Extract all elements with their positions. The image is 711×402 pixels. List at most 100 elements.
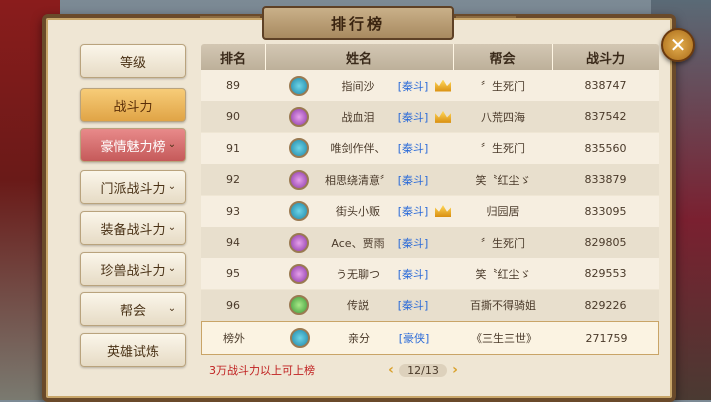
crown-icon-cell xyxy=(433,196,453,227)
player-name: 亲分 xyxy=(348,332,370,346)
rank-cell: 91 xyxy=(226,141,240,155)
rank-cell: 89 xyxy=(226,79,240,92)
chevron-down-icon: ⌄ xyxy=(167,221,177,233)
guild-name: 八荒四海 xyxy=(481,110,525,124)
table-row[interactable]: 96 传説 [秦斗] 百撕不得骑姐 829226 xyxy=(201,289,659,321)
sect-emblem-icon xyxy=(289,263,309,284)
guild-name: 归园居 xyxy=(486,205,520,219)
chevron-down-icon: ⌄ xyxy=(167,262,177,274)
combat-power: 829553 xyxy=(584,267,627,281)
server-tag: [秦斗] xyxy=(397,267,429,281)
sect-emblem-icon xyxy=(289,232,309,253)
table-row[interactable]: 91 唯剑作伴、 [秦斗] 〞生死门 835560 xyxy=(201,132,659,164)
crown-icon-cell xyxy=(433,101,453,132)
crown-icon xyxy=(435,79,451,92)
tab-item[interactable]: 英雄试炼 xyxy=(80,333,186,367)
server-tag: [秦斗] xyxy=(397,142,429,156)
server-tag: [秦斗] xyxy=(397,110,429,124)
combat-power: 833095 xyxy=(584,204,627,218)
rank-cell: 95 xyxy=(226,267,240,281)
header-guild: 帮会 xyxy=(453,44,553,70)
rank-cell: 榜外 xyxy=(223,332,245,346)
tab-item[interactable]: 装备战斗力 ⌄ xyxy=(80,211,186,245)
player-name: Ace、贾雨 xyxy=(331,236,385,250)
tab-label: 珍兽战斗力 xyxy=(100,263,166,279)
tab-label: 装备战斗力 xyxy=(100,222,166,238)
tab-item[interactable]: 战斗力 xyxy=(80,88,186,122)
page-indicator: 12/13 xyxy=(399,363,447,377)
sect-icon-cell xyxy=(287,70,311,101)
sect-icon-cell xyxy=(287,290,311,321)
pagination: ‹ 12/13 › xyxy=(383,362,463,378)
combat-power: 835560 xyxy=(584,141,627,155)
crown-icon xyxy=(435,205,451,218)
server-tag: [秦斗] xyxy=(397,299,429,313)
combat-power: 829805 xyxy=(584,236,627,249)
sect-icon-cell xyxy=(287,164,311,195)
sect-emblem-icon xyxy=(289,201,309,222)
combat-power: 271759 xyxy=(585,331,628,345)
table-header: 排名 姓名 帮会 战斗力 xyxy=(201,44,659,70)
tab-label: 战斗力 xyxy=(113,99,153,115)
sect-emblem-icon xyxy=(289,106,309,127)
arrow-right-icon[interactable]: › xyxy=(447,362,463,378)
guild-name: 〞生死门 xyxy=(481,79,525,93)
tab-label: 等级 xyxy=(119,55,146,71)
tab-item[interactable]: 帮会 ⌄ xyxy=(80,292,186,326)
chevron-down-icon: ⌄ xyxy=(167,138,177,150)
tab-label: 帮会 xyxy=(119,303,146,319)
combat-power: 833879 xyxy=(584,173,627,187)
arrow-left-icon[interactable]: ‹ xyxy=(383,362,399,378)
sect-emblem-icon xyxy=(290,328,310,349)
header-name: 姓名 xyxy=(265,44,454,70)
sect-icon-cell xyxy=(287,196,311,227)
crown-icon xyxy=(435,110,451,123)
rank-cell: 93 xyxy=(226,204,240,218)
player-name: 指间沙 xyxy=(341,79,375,93)
crown-icon-cell xyxy=(433,70,453,101)
tab-label: 门派战斗力 xyxy=(100,181,166,197)
tab-item[interactable]: 等级 xyxy=(80,44,186,78)
sect-icon-cell xyxy=(287,101,311,132)
tab-item[interactable]: 豪情魅力榜 ⌄ xyxy=(80,128,186,162)
sect-emblem-icon xyxy=(289,295,309,316)
table-row[interactable]: 89 指间沙 [秦斗] 〞生死门 838747 xyxy=(201,70,659,101)
player-name: う无聊つ xyxy=(336,267,380,281)
table-row[interactable]: 93 街头小贩 [秦斗] 归园居 833095 xyxy=(201,195,659,227)
server-tag: [豪侠] xyxy=(398,332,430,346)
header-rank: 排名 xyxy=(201,44,266,70)
player-name: 战血泪 xyxy=(341,110,375,124)
rank-cell: 96 xyxy=(226,298,240,312)
rank-cell: 94 xyxy=(226,236,240,249)
guild-name: 《三生三世》 xyxy=(471,332,537,346)
rank-requirement-note: 3万战斗力以上可上榜 xyxy=(209,364,315,377)
table-row[interactable]: 90 战血泪 [秦斗] 八荒四海 837542 xyxy=(201,101,659,133)
sect-icon-cell xyxy=(287,258,311,289)
table-row[interactable]: 95 う无聊つ [秦斗] 笑〝红尘ゞ 829553 xyxy=(201,258,659,290)
chevron-down-icon: ⌄ xyxy=(167,180,177,192)
tab-label: 英雄试炼 xyxy=(106,344,159,360)
table-row[interactable]: 92 相思绕清意〞 [秦斗] 笑〝红尘ゞ 833879 xyxy=(201,164,659,196)
server-tag: [秦斗] xyxy=(397,173,429,187)
sect-emblem-icon xyxy=(289,75,309,96)
self-rank-row[interactable]: 榜外 亲分 [豪侠] 《三生三世》 271759 xyxy=(201,321,659,356)
sect-icon-cell xyxy=(287,133,311,164)
player-name: 唯剑作伴、 xyxy=(330,142,386,156)
combat-power: 829226 xyxy=(584,298,627,312)
table-row[interactable]: 94 Ace、贾雨 [秦斗] 〞生死门 829805 xyxy=(201,227,659,258)
combat-power: 838747 xyxy=(584,79,627,92)
player-name: 相思绕清意〞 xyxy=(325,173,391,187)
guild-name: 〞生死门 xyxy=(481,236,525,250)
tab-item[interactable]: 珍兽战斗力 ⌄ xyxy=(80,252,186,286)
rank-cell: 90 xyxy=(226,110,240,124)
guild-name: 笑〝红尘ゞ xyxy=(475,267,531,281)
rank-cell: 92 xyxy=(226,173,240,187)
close-icon[interactable]: ✕ xyxy=(661,28,695,62)
player-name: 传説 xyxy=(347,299,369,313)
server-tag: [秦斗] xyxy=(397,79,429,93)
sect-emblem-icon xyxy=(289,138,309,159)
player-name: 街头小贩 xyxy=(336,205,380,219)
server-tag: [秦斗] xyxy=(397,236,429,250)
tab-item[interactable]: 门派战斗力 ⌄ xyxy=(80,170,186,204)
combat-power: 837542 xyxy=(584,110,627,124)
